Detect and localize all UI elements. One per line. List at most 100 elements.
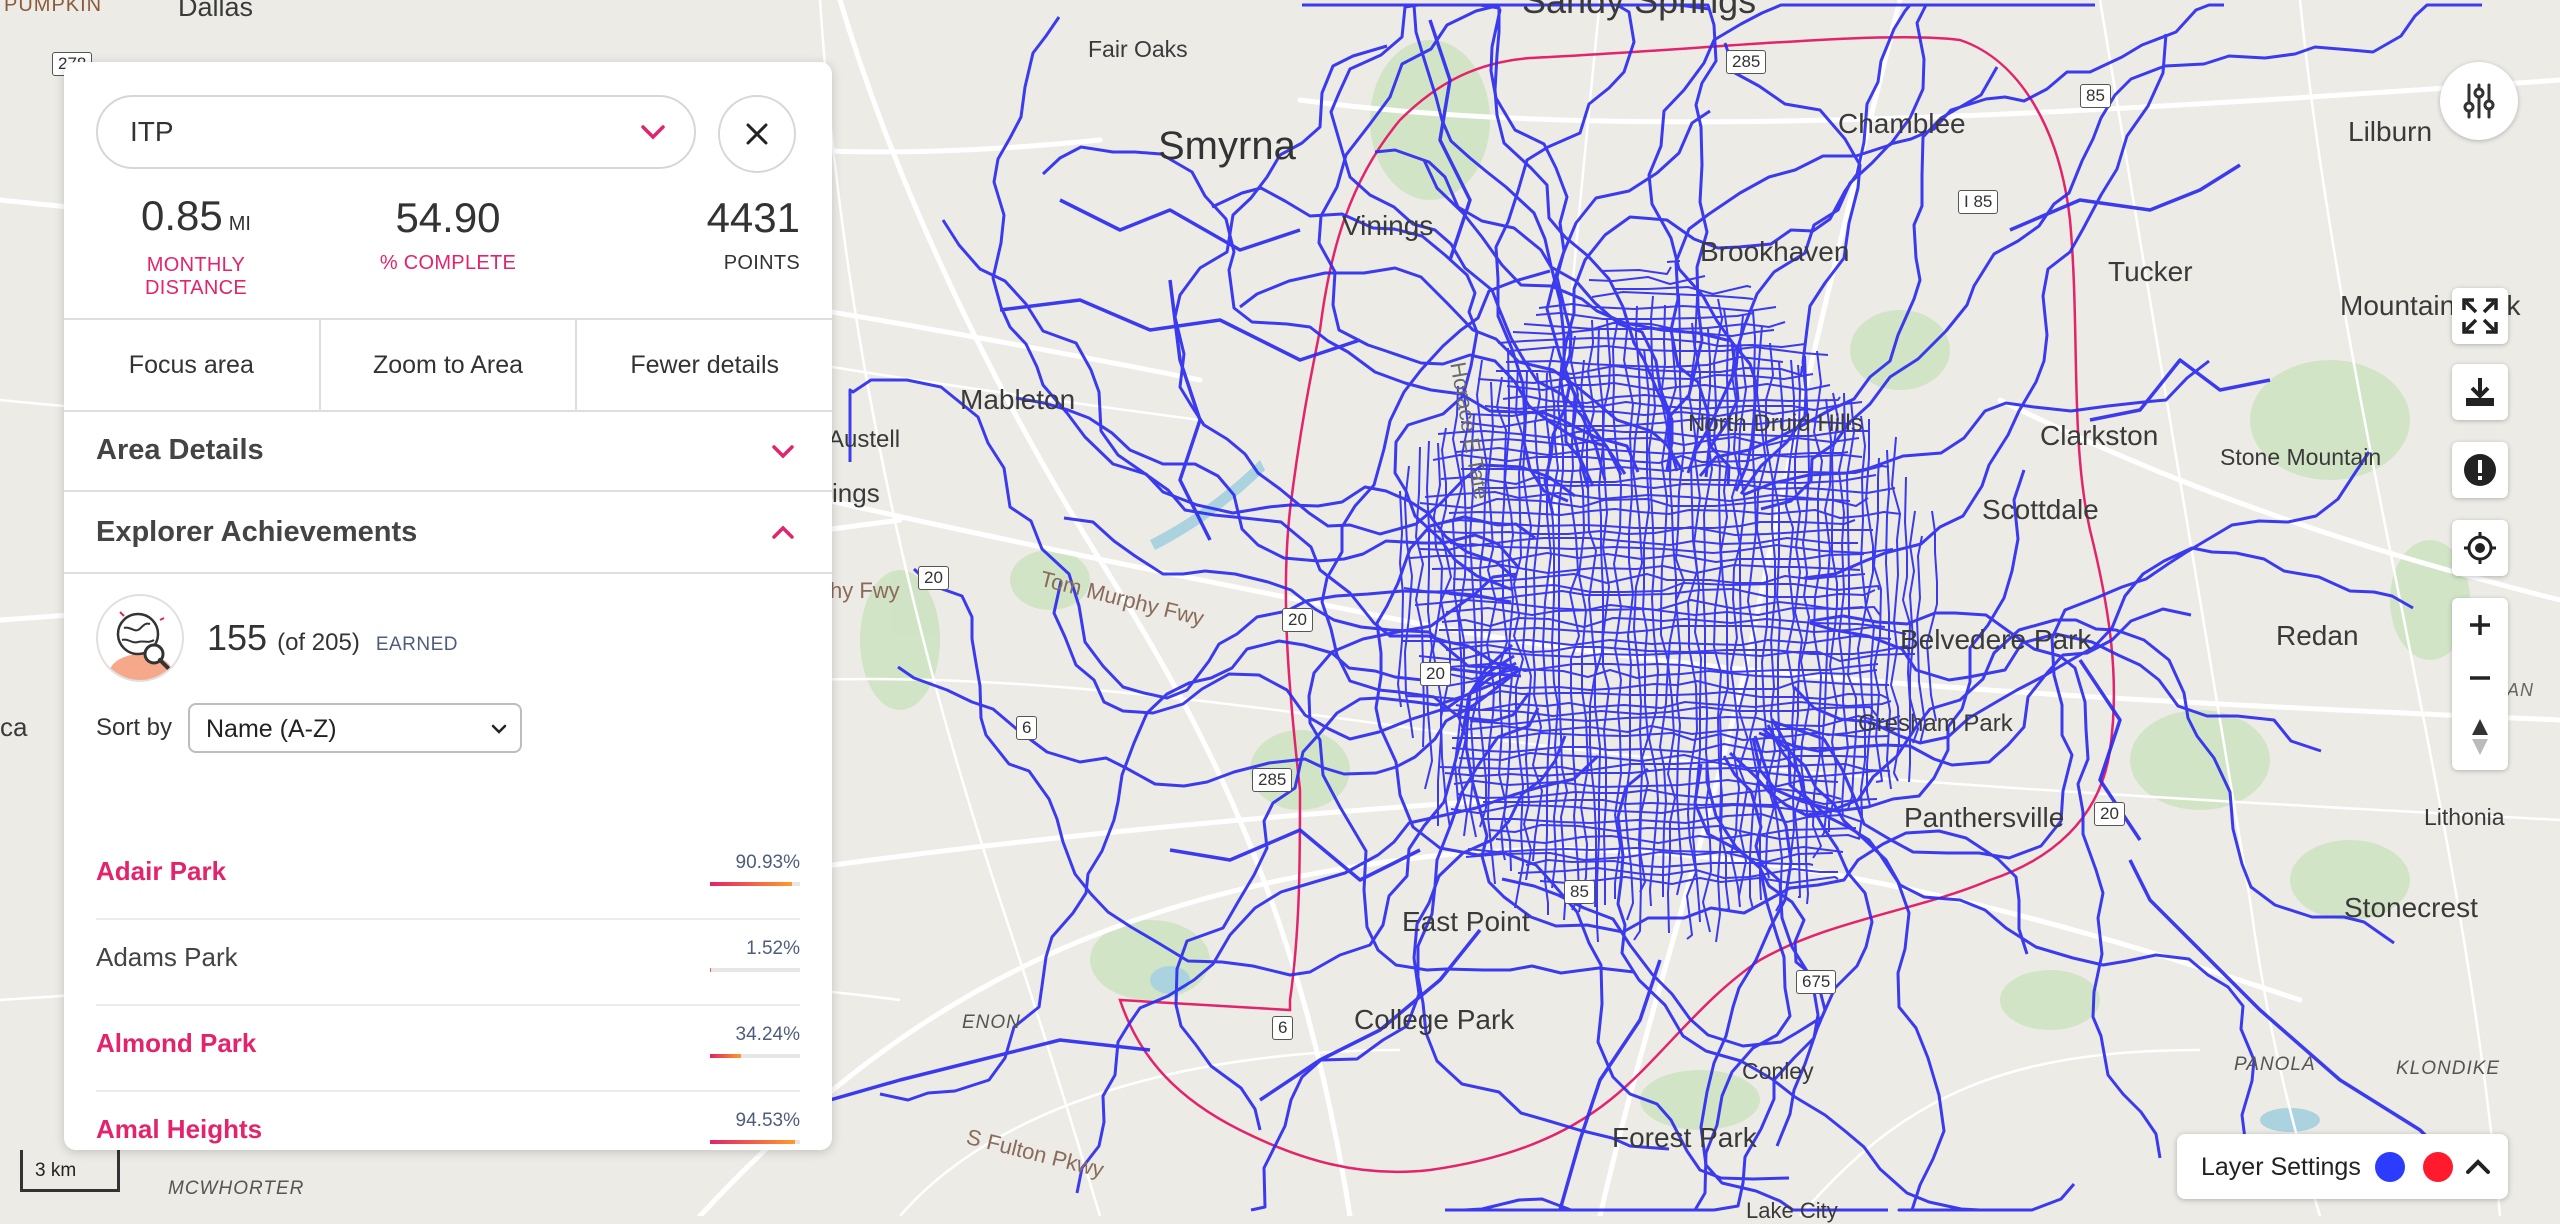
achievements-earned: 155 (of 205) EARNED [207, 617, 458, 659]
neighborhood-name[interactable]: Almond Park [96, 1028, 256, 1059]
explorer-achievements-section[interactable]: Explorer Achievements [64, 492, 832, 574]
map-label-klondike: KLONDIKE [2396, 1058, 2501, 1079]
highway-shield: 20 [918, 566, 949, 590]
map-label-north-druid-hills: North Druid Hills [1688, 410, 1863, 437]
progress-bar-fill [710, 1054, 741, 1058]
alert-icon [2464, 454, 2496, 486]
achievements-earned-count: 155 [207, 617, 268, 658]
layer-color-red[interactable] [2423, 1152, 2453, 1182]
locate-icon [2464, 532, 2496, 564]
map-label-belvedere-park: Belvedere Park [1900, 624, 2092, 655]
achievements-earned-label: EARNED [375, 634, 459, 655]
map-scale: 3 km [20, 1150, 120, 1192]
highway-shield: 20 [1420, 662, 1451, 686]
zoom-to-area-button[interactable]: Zoom to Area [321, 320, 578, 410]
chevron-down-icon [491, 724, 507, 734]
progress-bar-fill [710, 1140, 796, 1144]
highway-shield: 285 [1252, 768, 1293, 792]
stat-distance-unit: MI [228, 213, 251, 235]
area-select[interactable]: ITP [96, 95, 696, 169]
list-item[interactable]: Amal Heights 94.53% [96, 1090, 800, 1150]
map-label-pumpkin: PUMPKIN [4, 0, 103, 16]
map-label-stonecrest: Stonecrest [2344, 892, 2478, 923]
map-label-panthersville: Panthersville [1904, 802, 2065, 833]
neighborhood-percent: 34.24% [735, 1024, 800, 1045]
sort-select[interactable]: Name (A-Z) [188, 703, 522, 753]
focus-area-button[interactable]: Focus area [64, 320, 321, 410]
list-item[interactable]: Almond Park 34.24% [96, 1004, 800, 1092]
neighborhood-percent: 90.93% [735, 852, 800, 873]
close-icon [746, 123, 768, 145]
map-label-sandy-springs: Sandy Springs [1522, 0, 1757, 21]
highway-shield: 85 [2080, 84, 2111, 108]
map-label-brookhaven: Brookhaven [1700, 236, 1850, 267]
achievements-total: (of 205) [277, 629, 360, 656]
download-button[interactable] [2452, 364, 2508, 420]
fullscreen-button[interactable] [2452, 288, 2508, 344]
map-label-conley: Conley [1742, 1058, 1814, 1084]
area-details-section[interactable]: Area Details [64, 410, 832, 492]
report-button[interactable] [2452, 442, 2508, 498]
layer-settings[interactable]: Layer Settings [2177, 1134, 2508, 1199]
map-label-college-park: College Park [1354, 1004, 1515, 1035]
compass-icon[interactable] [2468, 717, 2492, 757]
map-label-vinings: Vinings [1342, 210, 1434, 241]
map-label-chamblee: Chamblee [1838, 108, 1966, 139]
sort-label: Sort by [96, 714, 173, 741]
close-button[interactable] [718, 95, 796, 173]
neighborhood-name[interactable]: Amal Heights [96, 1114, 262, 1145]
chevron-down-icon [641, 125, 665, 140]
zoom-in-icon[interactable] [2466, 611, 2494, 639]
highway-shield: 85 [1564, 880, 1595, 904]
progress-bar [710, 1054, 800, 1058]
stat-points-label: POINTS [723, 252, 800, 274]
progress-bar [710, 882, 800, 886]
stat-complete-label: % COMPLETE [379, 252, 517, 274]
map-label-fair-oaks: Fair Oaks [1088, 36, 1188, 62]
neighborhood-name[interactable]: Adair Park [96, 856, 226, 887]
map-label-redan: Redan [2276, 620, 2359, 651]
map-label-hy-fwy: hy Fwy [830, 578, 900, 603]
neighborhood-name[interactable]: Adams Park [96, 942, 238, 973]
map-label-dallas: Dallas [178, 0, 254, 22]
stat-points-value: 4431 [706, 194, 800, 241]
zoom-out-icon[interactable] [2466, 664, 2494, 692]
area-select-value: ITP [130, 116, 174, 147]
highway-shield: 6 [1272, 1016, 1294, 1040]
chevron-up-icon [772, 525, 794, 539]
area-panel: ITP 0.85 MI MONTHLY DISTANCE 54.90 % COMP… [64, 62, 832, 1150]
highway-shield: 20 [1282, 608, 1313, 632]
fullscreen-icon [2462, 298, 2498, 334]
sort-select-value: Name (A-Z) [206, 715, 337, 743]
map-label-scottdale: Scottdale [1982, 494, 2099, 525]
progress-bar [710, 1140, 800, 1144]
map-label-stone-mountain: Stone Mountain [2220, 444, 2382, 470]
locate-button[interactable] [2452, 520, 2508, 576]
list-item[interactable]: Adair Park 90.93% [96, 832, 800, 920]
map-label-panola: PANOLA [2234, 1054, 2316, 1075]
highway-shield: 20 [2094, 802, 2125, 826]
download-icon [2466, 378, 2494, 406]
chevron-up-icon [2466, 1159, 2490, 1174]
map-filter-button[interactable] [2440, 62, 2518, 140]
map-label-austell: Austell [828, 426, 901, 453]
map-label-lilburn: Lilburn [2348, 116, 2433, 147]
chevron-down-icon [772, 445, 794, 459]
fewer-details-button[interactable]: Fewer details [577, 320, 832, 410]
map-label-mcwhorter: MCWHORTER [168, 1178, 305, 1199]
stat-distance-label: MONTHLY DISTANCE [144, 254, 248, 299]
layer-color-blue[interactable] [2375, 1152, 2405, 1182]
map-scale-label: 3 km [35, 1160, 77, 1181]
progress-bar-fill [710, 968, 712, 972]
map-label-mableton: Mableton [960, 384, 1076, 415]
map-label-tucker: Tucker [2108, 256, 2193, 287]
stat-points: 4431 POINTS [664, 194, 800, 275]
area-actions: Focus area Zoom to Area Fewer details [64, 318, 832, 412]
progress-bar-fill [710, 882, 792, 886]
highway-shield: I 85 [1958, 190, 1999, 214]
list-item[interactable]: Adams Park 1.52% [96, 918, 800, 1006]
neighborhood-percent: 94.53% [735, 1110, 800, 1131]
map-label-rings: ings [832, 478, 880, 508]
stat-distance-value: 0.85 [141, 192, 223, 239]
progress-bar [710, 968, 800, 972]
